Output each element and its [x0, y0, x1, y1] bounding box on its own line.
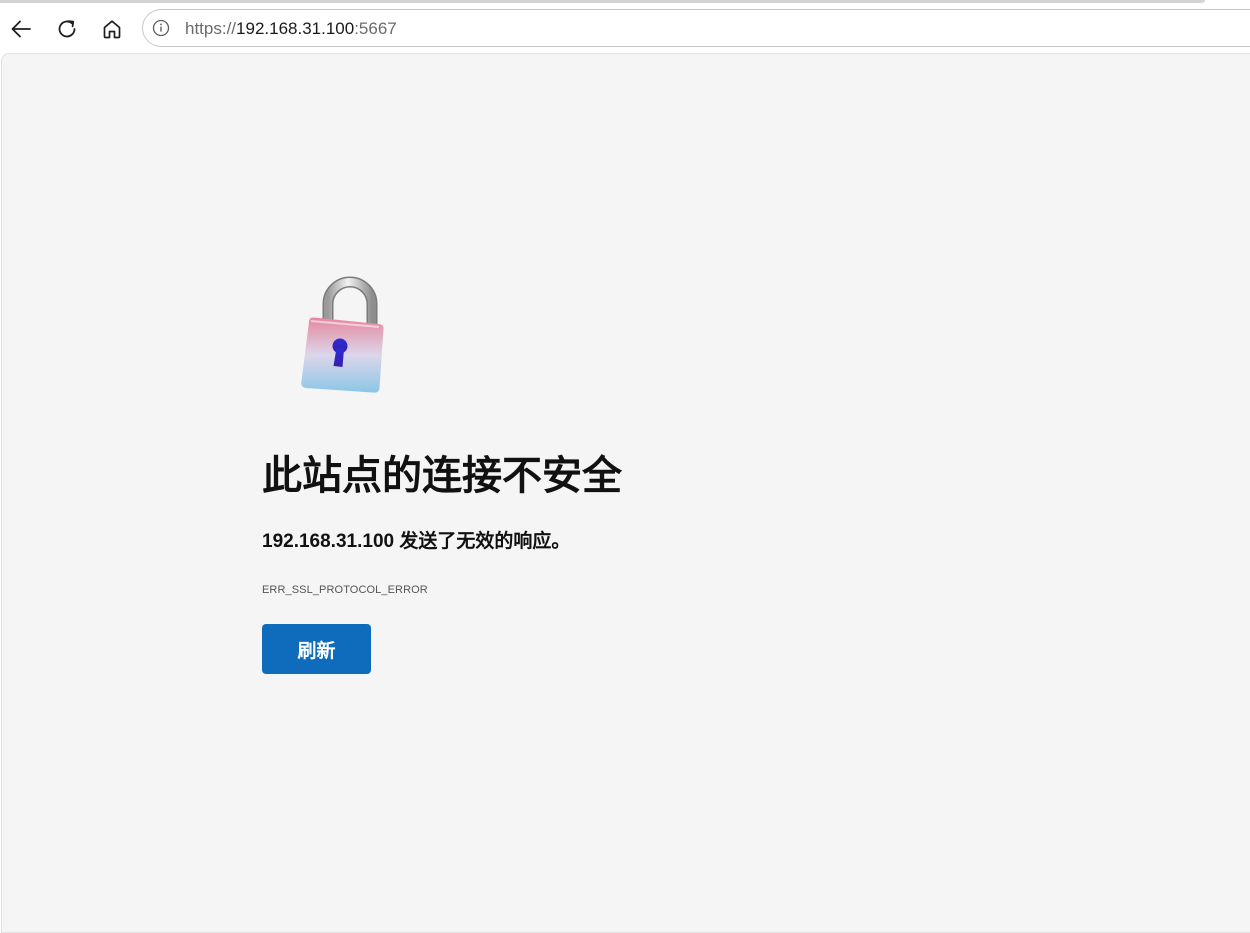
home-icon [103, 20, 121, 39]
address-bar[interactable]: https://192.168.31.100:5667 [142, 9, 1250, 47]
error-heading: 此站点的连接不安全 [262, 454, 622, 498]
url-scheme: https:// [185, 19, 237, 38]
home-button[interactable] [95, 12, 129, 46]
url-port: :5667 [354, 19, 397, 38]
reload-button[interactable] [50, 12, 84, 46]
browser-toolbar: https://192.168.31.100:5667 [0, 3, 1250, 53]
arrow-left-icon [11, 20, 31, 38]
error-code: ERR_SSL_PROTOCOL_ERROR [262, 584, 428, 596]
url-host: 192.168.31.100 [236, 19, 355, 38]
back-button[interactable] [4, 12, 38, 46]
error-message: 192.168.31.100 发送了无效的响应。 [262, 531, 571, 552]
error-page [1, 53, 1250, 933]
unlocked-padlock-icon [301, 276, 384, 393]
info-circle-icon[interactable] [152, 19, 170, 37]
url-text[interactable]: https://192.168.31.100:5667 [185, 19, 397, 39]
refresh-icon [58, 20, 76, 38]
refresh-page-button[interactable]: 刷新 [262, 624, 371, 674]
